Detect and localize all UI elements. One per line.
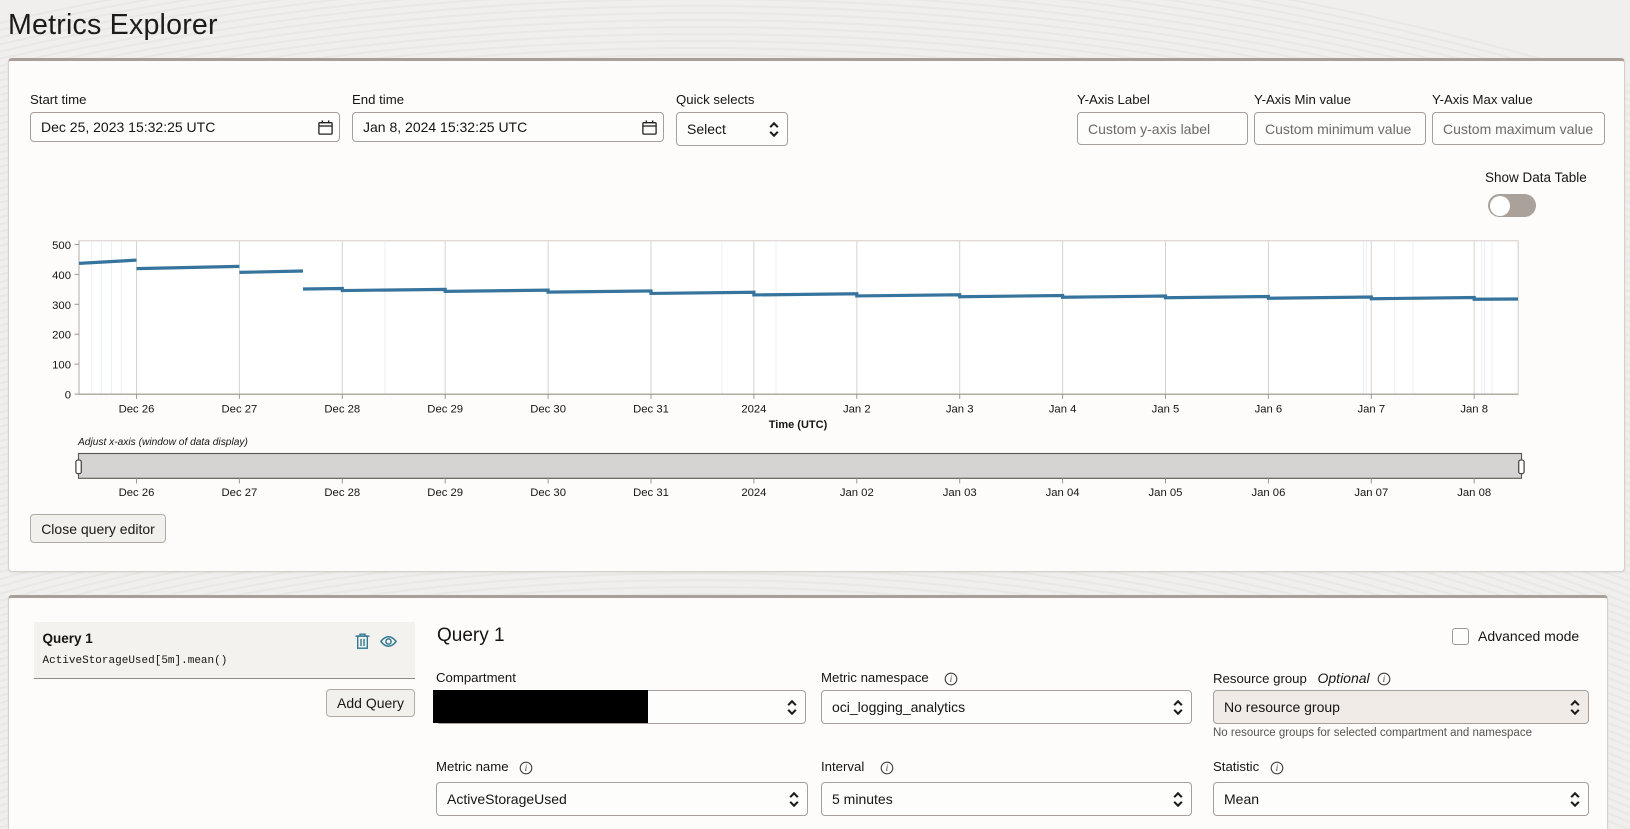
svg-text:Jan 05: Jan 05 <box>1149 487 1183 499</box>
svg-text:Jan 04: Jan 04 <box>1046 487 1080 499</box>
svg-text:400: 400 <box>52 270 71 282</box>
svg-text:200: 200 <box>52 330 71 342</box>
svg-text:2024: 2024 <box>741 404 766 416</box>
svg-text:i: i <box>525 764 528 774</box>
svg-text:Time (UTC): Time (UTC) <box>769 419 828 431</box>
svg-text:i: i <box>1276 764 1279 774</box>
svg-text:Dec 27: Dec 27 <box>222 404 258 416</box>
svg-text:Jan 5: Jan 5 <box>1152 404 1180 416</box>
svg-text:Dec 26: Dec 26 <box>119 404 155 416</box>
svg-text:Jan 4: Jan 4 <box>1049 404 1077 416</box>
svg-text:Jan 7: Jan 7 <box>1357 404 1385 416</box>
svg-text:Jan 6: Jan 6 <box>1255 404 1283 416</box>
svg-text:i: i <box>950 675 953 685</box>
svg-text:Jan 3: Jan 3 <box>946 404 974 416</box>
svg-text:Adjust x-axis (window of data: Adjust x-axis (window of data display) <box>77 437 248 448</box>
svg-text:100: 100 <box>52 360 71 372</box>
svg-text:Jan 2: Jan 2 <box>843 404 871 416</box>
svg-text:2024: 2024 <box>741 487 766 499</box>
svg-text:Dec 29: Dec 29 <box>427 487 463 499</box>
svg-text:Dec 31: Dec 31 <box>633 487 669 499</box>
svg-text:Dec 26: Dec 26 <box>119 487 155 499</box>
svg-text:i: i <box>1382 675 1385 685</box>
svg-text:0: 0 <box>65 390 71 402</box>
svg-text:Jan 06: Jan 06 <box>1251 487 1285 499</box>
svg-text:Jan 8: Jan 8 <box>1460 404 1488 416</box>
svg-text:Dec 31: Dec 31 <box>633 404 669 416</box>
svg-text:Dec 28: Dec 28 <box>324 404 360 416</box>
svg-text:Dec 29: Dec 29 <box>427 404 463 416</box>
svg-text:Jan 07: Jan 07 <box>1354 487 1388 499</box>
svg-text:i: i <box>886 764 889 774</box>
svg-text:Dec 30: Dec 30 <box>530 487 566 499</box>
svg-text:Dec 27: Dec 27 <box>222 487 258 499</box>
svg-text:Jan 02: Jan 02 <box>840 487 874 499</box>
svg-text:Dec 30: Dec 30 <box>530 404 566 416</box>
svg-text:Jan 08: Jan 08 <box>1457 487 1491 499</box>
svg-text:300: 300 <box>52 300 71 312</box>
svg-text:Jan 03: Jan 03 <box>943 487 977 499</box>
svg-text:Dec 28: Dec 28 <box>324 487 360 499</box>
svg-text:500: 500 <box>52 240 71 252</box>
